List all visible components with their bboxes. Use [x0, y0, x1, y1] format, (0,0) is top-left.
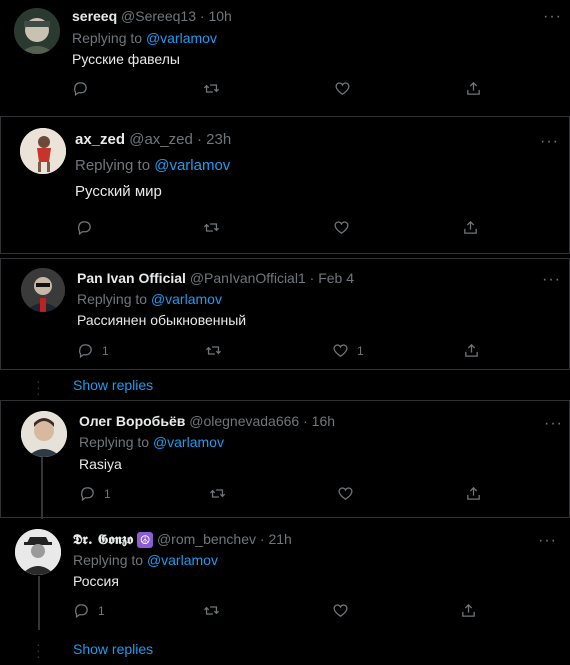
avatar[interactable] — [21, 268, 65, 312]
heart-icon — [335, 82, 350, 95]
replying-to-label: Replying to — [72, 30, 143, 46]
user-handle[interactable]: @ax_zed — [129, 131, 193, 148]
reply-icon — [78, 221, 91, 236]
share-button[interactable] — [460, 602, 477, 619]
share-button[interactable] — [465, 80, 482, 97]
more-options-icon[interactable]: ··· — [540, 134, 559, 150]
retweet-button[interactable] — [203, 80, 220, 97]
retweet-icon — [209, 489, 226, 498]
tweet-2[interactable]: ax_zed @ax_zed · 23h ··· Replying to @va… — [0, 116, 570, 254]
show-replies-link[interactable]: Show replies — [73, 377, 153, 393]
heart-icon — [334, 221, 349, 234]
mention-link[interactable]: @varlamov — [154, 157, 230, 174]
separator-dot: · — [259, 531, 265, 547]
share-icon — [467, 486, 480, 500]
reply-icon — [81, 487, 94, 502]
share-icon — [465, 343, 478, 357]
replying-to-label: Replying to — [73, 552, 144, 568]
tweet-1[interactable]: sereeq @Sereeq13 · 10h ··· Replying to @… — [0, 0, 570, 108]
retweet-icon — [203, 84, 220, 93]
share-icon — [462, 603, 475, 617]
heart-icon — [333, 604, 348, 617]
replying-to-label: Replying to — [79, 434, 150, 450]
tweet-text: Рассиянен обыкновенный — [77, 312, 247, 328]
reply-button[interactable] — [72, 80, 97, 97]
retweet-icon — [205, 346, 222, 355]
user-handle[interactable]: @Sereeq13 — [121, 8, 196, 24]
separator-dot: · — [197, 131, 202, 148]
share-icon — [467, 81, 480, 95]
tweet-text: Россия — [73, 573, 119, 589]
thread-dots: · · · — [36, 636, 41, 664]
share-button[interactable] — [465, 485, 482, 502]
retweet-button[interactable] — [209, 485, 226, 502]
mention-link[interactable]: @varlamov — [146, 30, 217, 46]
avatar[interactable] — [20, 128, 66, 174]
reply-count: 1 — [102, 343, 109, 358]
separator-dot: · — [199, 8, 205, 24]
user-handle[interactable]: @rom_benchev — [157, 531, 256, 547]
more-options-icon[interactable]: ··· — [544, 416, 563, 432]
timestamp[interactable]: 23h — [206, 131, 231, 148]
share-icon — [464, 220, 477, 234]
reply-button[interactable]: 1 — [73, 602, 105, 619]
user-name[interactable]: Олег Воробьёв — [79, 413, 185, 429]
retweet-button[interactable] — [203, 219, 220, 236]
share-button[interactable] — [463, 342, 480, 359]
more-options-icon[interactable]: ··· — [542, 272, 561, 288]
reply-count: 1 — [104, 486, 111, 501]
like-count: 1 — [357, 343, 364, 358]
heart-icon — [338, 487, 353, 500]
mention-link[interactable]: @varlamov — [151, 291, 222, 307]
tweet-text: Rasiya — [79, 456, 122, 472]
mention-link[interactable]: @varlamov — [147, 552, 218, 568]
heart-icon — [333, 344, 348, 357]
thread-dots: · · · — [36, 373, 41, 401]
user-name[interactable]: 𝕯𝖗. 𝕲𝖔𝖓𝖟𝖔 — [73, 532, 133, 548]
more-options-icon[interactable]: ··· — [543, 9, 562, 25]
reply-icon — [75, 604, 88, 619]
reply-icon — [79, 344, 92, 359]
timestamp[interactable]: Feb 4 — [318, 270, 354, 286]
timestamp[interactable]: 16h — [312, 413, 335, 429]
like-button[interactable]: 1 — [332, 342, 364, 359]
user-name[interactable]: Pan Ivan Official — [77, 270, 186, 286]
reply-button[interactable]: 1 — [77, 342, 109, 359]
more-options-icon[interactable]: ··· — [538, 533, 557, 549]
tweet-text: Русские фавелы — [72, 51, 180, 67]
reply-button[interactable]: 1 — [79, 485, 111, 502]
timestamp[interactable]: 10h — [208, 8, 231, 24]
like-button[interactable] — [337, 485, 362, 502]
timestamp[interactable]: 21h — [268, 531, 291, 547]
user-handle[interactable]: @PanIvanOfficial1 — [190, 270, 306, 286]
show-replies-link[interactable]: Show replies — [73, 641, 153, 657]
replying-to-label: Replying to — [75, 157, 151, 174]
tweet-4[interactable]: Олег Воробьёв @olegnevada666 · 16h ··· R… — [0, 400, 570, 519]
separator-dot: · — [309, 270, 315, 286]
reply-count: 1 — [98, 603, 105, 618]
share-button[interactable] — [462, 219, 479, 236]
tweet-3[interactable]: Pan Ivan Official @PanIvanOfficial1 · Fe… — [0, 258, 570, 370]
user-handle[interactable]: @olegnevada666 — [189, 413, 299, 429]
retweet-button[interactable] — [203, 602, 220, 619]
tweet-5[interactable]: 𝕯𝖗. 𝕲𝖔𝖓𝖟𝖔 ☮ @rom_benchev · 21h ··· Reply… — [0, 520, 570, 630]
mention-link[interactable]: @varlamov — [153, 434, 224, 450]
tweet-text: Русский мир — [75, 183, 162, 200]
like-button[interactable] — [334, 80, 359, 97]
avatar[interactable] — [15, 529, 61, 575]
separator-dot: · — [303, 413, 308, 429]
reply-button[interactable] — [76, 219, 101, 236]
reply-icon — [74, 82, 87, 97]
retweet-icon — [203, 223, 220, 232]
retweet-button[interactable] — [205, 342, 222, 359]
like-button[interactable] — [333, 219, 358, 236]
user-name[interactable]: sereeq — [72, 8, 117, 24]
retweet-icon — [203, 606, 220, 615]
avatar[interactable] — [14, 8, 60, 54]
avatar[interactable] — [21, 411, 67, 457]
peace-emoji-icon: ☮ — [137, 532, 154, 549]
replying-to-label: Replying to — [77, 291, 148, 307]
like-button[interactable] — [332, 602, 357, 619]
user-name[interactable]: ax_zed — [75, 131, 125, 148]
